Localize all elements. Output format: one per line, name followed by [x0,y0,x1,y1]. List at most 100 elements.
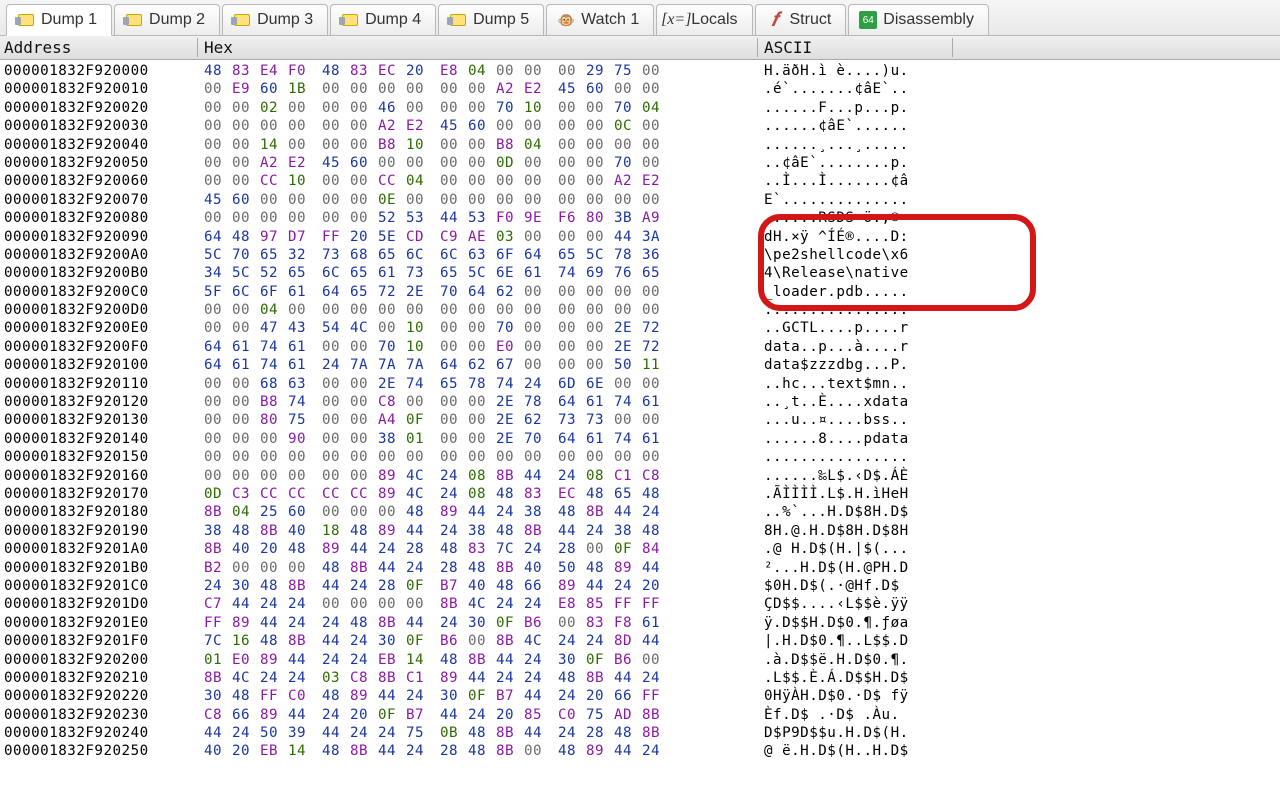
disassembly-icon: 64 [859,11,877,29]
address-cell: 000001832F9201B0 [0,559,198,577]
ascii-cell: 0HÿÀH.D$0.·D$ fÿ [758,687,953,705]
tab-dump-4[interactable]: Dump 4 [330,4,436,35]
address-cell: 000001832F920000 [0,62,198,80]
address-cell: 000001832F9201A0 [0,540,198,558]
dump-row[interactable]: 000001832F9201C02430488B4424280FB7404866… [0,577,1280,595]
dump-row[interactable]: 000001832F920040000014000000B8100000B804… [0,136,1280,154]
tab-struct[interactable]: 𝒇Struct [755,4,847,35]
dump-icon [341,11,359,29]
hex-cell: B2000000488B442428488B4050488944 [198,559,758,577]
dump-row[interactable]: 000001832F9200500000A2E24560000000000D00… [0,154,1280,172]
dump-row[interactable]: 000001832F9201E0FF89442424488B4424300FB6… [0,614,1280,632]
ascii-cell: ......¸...¸..... [758,136,953,154]
dump-row[interactable]: 000001832F92008000000000000052534453F09E… [0,209,1280,227]
address-cell: 000001832F920050 [0,154,198,172]
address-cell: 000001832F9201F0 [0,632,198,650]
dump-row[interactable]: 000001832F920230C866894424200FB744242085… [0,706,1280,724]
hex-cell: 0000B8740000C80000002E7864617461 [198,393,758,411]
dump-row[interactable]: 000001832F920150000000000000000000000000… [0,448,1280,466]
ascii-cell: H.äðH.ì è....)u. [758,62,953,80]
dump-row[interactable]: 000001832F9200004883E4F04883EC20E8040000… [0,62,1280,80]
dump-row[interactable]: 000001832F9200F064617461000070100000E000… [0,338,1280,356]
ascii-cell: data..p...à....r [758,338,953,356]
tab-label: Dump 2 [149,11,205,29]
dump-row[interactable]: 000001832F9201A08B4020488944242848837C24… [0,540,1280,558]
ascii-cell: E`.............. [758,191,953,209]
tab-label: Dump 3 [257,11,313,29]
address-cell: 000001832F920190 [0,522,198,540]
ascii-cell: .à.D$$ë.H.D$0.¶. [758,651,953,669]
ascii-cell: ÿ.D$$H.D$0.¶.ƒøa [758,614,953,632]
dump-row[interactable]: 000001832F9200A05C7065327368656C6C636F64… [0,246,1280,264]
hex-cell: 00000400000000000000000000000000 [198,301,758,319]
tab-dump-1[interactable]: Dump 1 [6,4,112,36]
dump-icon [125,11,143,29]
dump-row[interactable]: 000001832F9200D0000004000000000000000000… [0,301,1280,319]
address-cell: 000001832F9200B0 [0,264,198,282]
ascii-cell: ................ [758,301,953,319]
dump-row[interactable]: 000001832F920130000080750000A40F00002E62… [0,411,1280,429]
address-cell: 000001832F920100 [0,356,198,374]
ascii-cell: ..%`...H.D$8H.D$ [758,503,953,521]
tab-locals[interactable]: [x=] Locals [656,4,752,35]
dump-row[interactable]: 000001832F9201D0C7442424000000008B4C2424… [0,595,1280,613]
tab-watch-1[interactable]: 🐵Watch 1 [546,4,654,35]
dump-row[interactable]: 000001832F9200E000004743544C001000007000… [0,319,1280,337]
address-cell: 000001832F920070 [0,191,198,209]
hex-cell: 64617461247A7A7A6462670000005011 [198,356,758,374]
dump-row[interactable]: 000001832F92019038488B40184889442438488B… [0,522,1280,540]
dump-row[interactable]: 000001832F9200704560000000000E0000000000… [0,191,1280,209]
tab-dump-2[interactable]: Dump 2 [114,4,220,35]
address-cell: 000001832F9200A0 [0,246,198,264]
dump-icon [17,11,35,29]
dump-row[interactable]: 000001832F92020001E089442424EB14488B4424… [0,651,1280,669]
dump-view[interactable]: 000001832F9200004883E4F04883EC20E8040000… [0,60,1280,809]
dump-tab-bar: Dump 1Dump 2Dump 3Dump 4Dump 5🐵Watch 1[x… [0,0,1280,36]
dump-row[interactable]: 000001832F92010064617461247A7A7A64626700… [0,356,1280,374]
dump-row[interactable]: 000001832F920140000000900000380100002E70… [0,430,1280,448]
tab-label: Watch 1 [581,11,639,29]
ascii-cell: .ÃÌÌÌÌ.L$.H.ìHeH [758,485,953,503]
dump-row[interactable]: 000001832F920020000002000000460000007010… [0,99,1280,117]
dump-row[interactable]: 000001832F920160000000000000894C24088B44… [0,467,1280,485]
dump-row[interactable]: 000001832F9200B0345C52656C656173655C6E61… [0,264,1280,282]
address-cell: 000001832F9200E0 [0,319,198,337]
dump-row[interactable]: 000001832F9201B0B2000000488B442428488B40… [0,559,1280,577]
ascii-cell: ......F...p...p. [758,99,953,117]
hex-cell: 345C52656C656173655C6E6174697665 [198,264,758,282]
tab-label: Dump 1 [41,11,97,29]
hex-cell: 01E089442424EB14488B4424300FB600 [198,651,758,669]
dump-row[interactable]: 000001832F9202108B4C242403C88BC189442424… [0,669,1280,687]
locals-icon: [x=] [667,11,685,29]
dump-row[interactable]: 000001832F9201200000B8740000C80000002E78… [0,393,1280,411]
tab-disassembly[interactable]: 64Disassembly [848,4,989,35]
dump-row[interactable]: 000001832F9202504020EB14488B442428488B00… [0,742,1280,760]
hex-cell: 00000000000000000000000000000000 [198,448,758,466]
tab-dump-3[interactable]: Dump 3 [222,4,328,35]
ascii-cell: ................ [758,448,953,466]
ascii-cell: ......‰L$.‹D$.ÁÈ [758,467,953,485]
dump-icon [449,11,467,29]
header-address[interactable]: Address [0,38,198,57]
hex-cell: 4883E4F04883EC20E804000000297500 [198,62,758,80]
dump-row[interactable]: 000001832F9201808B0425600000004889442438… [0,503,1280,521]
ascii-cell: ...u..¤....bss.. [758,411,953,429]
dump-row[interactable]: 000001832F9200C05F6C6F616465722E70646200… [0,283,1280,301]
dump-row[interactable]: 000001832F9201F07C16488B4424300FB6008B4C… [0,632,1280,650]
dump-row[interactable]: 000001832F9201100000686300002E7465787424… [0,375,1280,393]
dump-row[interactable]: 000001832F9201700DC3CCCCCCCC894C24084883… [0,485,1280,503]
ascii-cell: \pe2shellcode\x6 [758,246,953,264]
dump-row[interactable]: 000001832F92001000E9601B000000000000A2E2… [0,80,1280,98]
header-ascii[interactable]: ASCII [758,38,953,57]
tab-dump-5[interactable]: Dump 5 [438,4,544,35]
tab-label: Locals [691,11,737,29]
dump-row[interactable]: 000001832F92024044245039442424750B488B44… [0,724,1280,742]
dump-row[interactable]: 000001832F920030000000000000A2E245600000… [0,117,1280,135]
ascii-cell: ..¸t..È....xdata [758,393,953,411]
header-hex[interactable]: Hex [198,38,758,57]
dump-row[interactable]: 000001832F9200600000CC100000CC0400000000… [0,172,1280,190]
hex-cell: 4560000000000E000000000000000000 [198,191,758,209]
dump-row[interactable]: 000001832F920090644897D7FF205ECDC9AE0300… [0,228,1280,246]
column-headers: Address Hex ASCII [0,36,1280,60]
dump-row[interactable]: 000001832F9202203048FFC048894424300FB744… [0,687,1280,705]
